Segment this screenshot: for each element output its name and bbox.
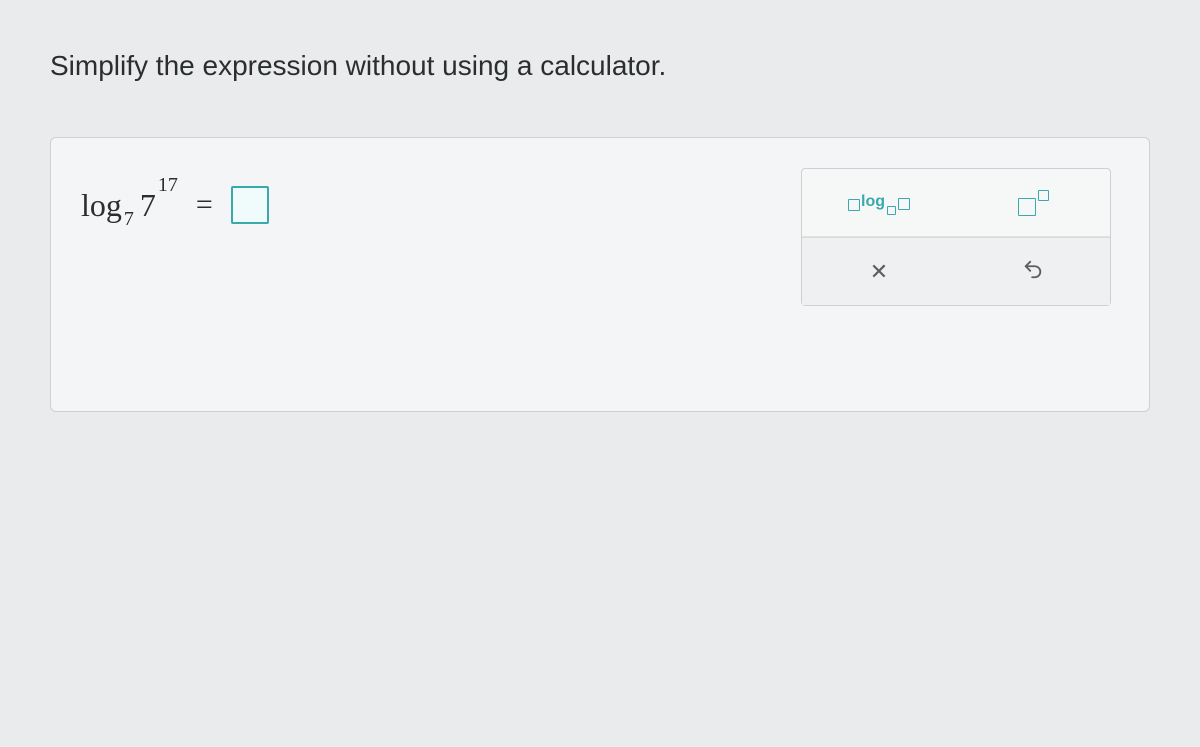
placeholder-icon — [1038, 190, 1049, 201]
template-log-button[interactable]: log — [802, 169, 956, 236]
log-base: 7 — [124, 209, 134, 229]
arg-base: 7 — [140, 189, 156, 221]
placeholder-icon — [898, 198, 910, 210]
palette-row-actions: ✕ — [802, 237, 1110, 305]
arg-exponent: 17 — [158, 175, 178, 195]
log-argument: 7 17 — [140, 189, 178, 221]
answer-input[interactable] — [231, 186, 269, 224]
tool-palette: log ✕ — [801, 168, 1111, 306]
log-expression: log 7 7 17 — [81, 189, 178, 221]
expression: log 7 7 17 = — [81, 186, 269, 224]
template-exponent-button[interactable] — [956, 169, 1110, 236]
exponent-template-icon — [1018, 190, 1049, 216]
placeholder-icon — [1018, 198, 1036, 216]
equals-sign: = — [196, 188, 213, 222]
palette-row-templates: log — [802, 169, 1110, 237]
undo-icon — [1022, 258, 1044, 285]
log-template-icon: log — [848, 195, 910, 211]
log-template-label: log — [861, 194, 885, 210]
placeholder-icon — [887, 206, 896, 215]
undo-button[interactable] — [956, 238, 1110, 305]
clear-button[interactable]: ✕ — [802, 238, 956, 305]
close-icon: ✕ — [870, 259, 888, 285]
log-word: log — [81, 189, 122, 221]
question-prompt: Simplify the expression without using a … — [50, 50, 1150, 82]
placeholder-icon — [848, 199, 860, 211]
work-panel: log 7 7 17 = log — [50, 137, 1150, 412]
